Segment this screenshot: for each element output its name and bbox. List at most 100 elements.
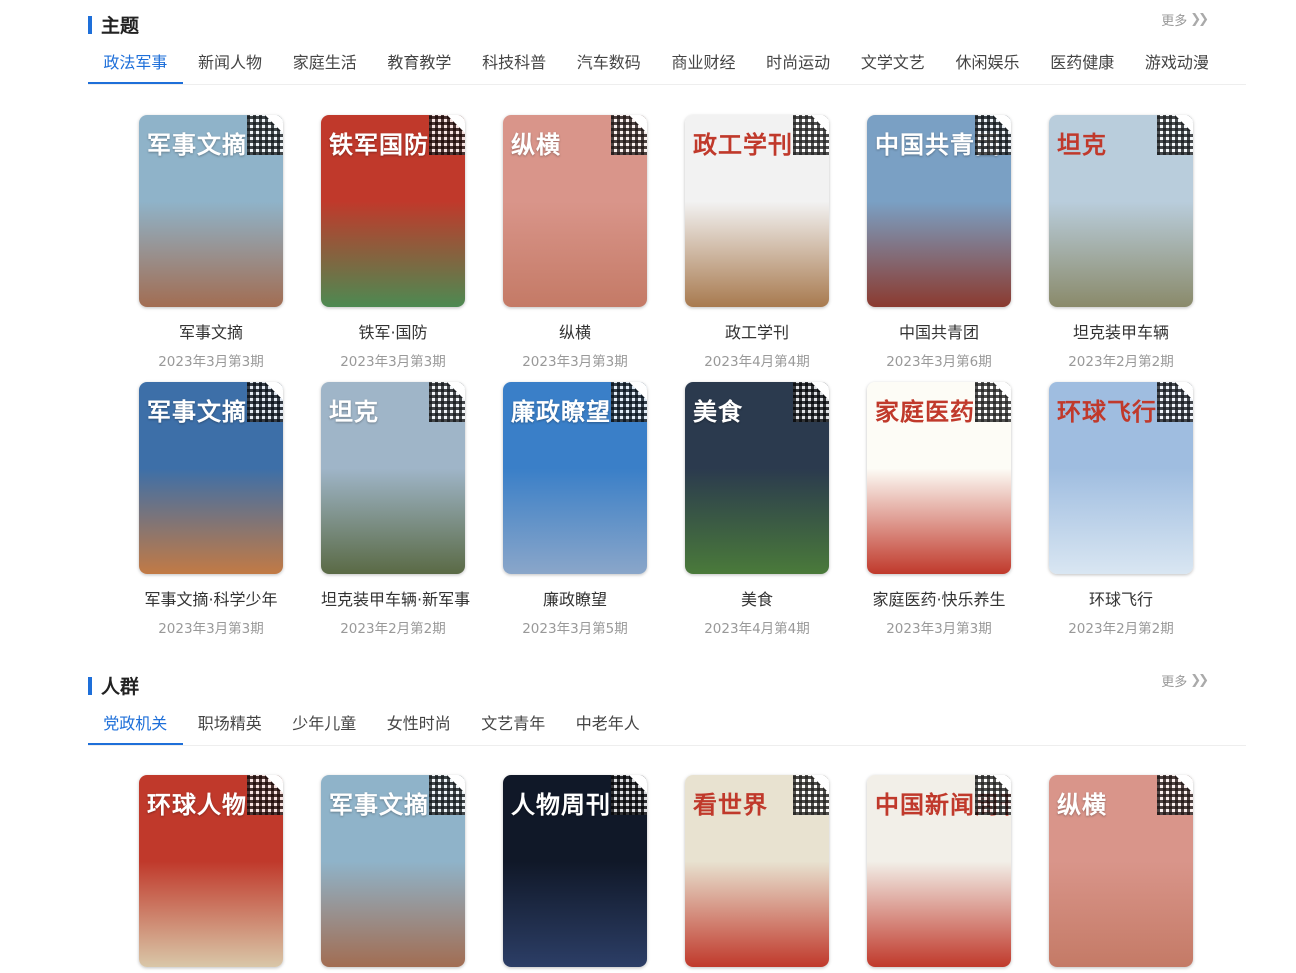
magazine-card[interactable]: 环球人物 bbox=[139, 775, 283, 967]
magazine-name[interactable]: 环球飞行 bbox=[1049, 586, 1193, 610]
tab-5[interactable]: 汽车数码 bbox=[561, 43, 656, 83]
cover-masthead: 军事文摘 bbox=[329, 791, 429, 819]
magazine-cover[interactable]: 环球人物 bbox=[139, 775, 283, 967]
tab-7[interactable]: 时尚运动 bbox=[751, 43, 846, 83]
section-title-bar bbox=[88, 676, 92, 695]
magazine-card[interactable]: 军事文摘 军事文摘 2023年3月第3期 bbox=[139, 115, 283, 370]
more-label: 更多 bbox=[1161, 675, 1188, 690]
magazine-card[interactable]: 环球飞行 环球飞行 2023年2月第2期 bbox=[1049, 382, 1193, 637]
magazine-card[interactable]: 廉政瞭望 廉政瞭望 2023年3月第5期 bbox=[503, 382, 647, 637]
audience-tabs: 党政机关 职场精英 少年儿童 女性时尚 文艺青年 中老年人 bbox=[88, 704, 1246, 746]
tab-5[interactable]: 中老年人 bbox=[561, 704, 656, 744]
magazine-cover[interactable]: 看世界 bbox=[685, 775, 829, 967]
magazine-cover[interactable]: 中国共青团 bbox=[867, 115, 1011, 307]
magazine-name[interactable]: 纵横 bbox=[503, 319, 647, 343]
cover-masthead: 纵横 bbox=[511, 131, 561, 159]
magazine-cover[interactable]: 廉政瞭望 bbox=[503, 382, 647, 574]
magazine-card[interactable]: 坦克坦克装甲车辆 2023年2月第2期 bbox=[1049, 115, 1193, 370]
magazine-card[interactable]: 看世界 bbox=[685, 775, 829, 967]
magazine-name[interactable]: 家庭医药·快乐养生 bbox=[867, 586, 1011, 610]
magazine-name[interactable]: 坦克装甲车辆·新军事 bbox=[321, 586, 470, 610]
cover-corner bbox=[811, 775, 829, 793]
magazine-card[interactable]: 家庭医药 家庭医药·快乐养生 2023年3月第3期 bbox=[867, 382, 1011, 637]
section-title-text: 主题 bbox=[101, 15, 140, 37]
cover-corner bbox=[629, 382, 647, 400]
magazine-cover[interactable]: 环球飞行 bbox=[1049, 382, 1193, 574]
tab-8[interactable]: 文学文艺 bbox=[846, 43, 941, 83]
magazine-name[interactable]: 美食 bbox=[685, 586, 829, 610]
cover-corner bbox=[629, 775, 647, 793]
magazine-card[interactable]: 人物周刊 bbox=[503, 775, 647, 967]
tab-6[interactable]: 商业财经 bbox=[656, 43, 751, 83]
cover-masthead: 美食 bbox=[693, 398, 743, 426]
magazine-cover[interactable]: 中国新闻周刊 bbox=[867, 775, 1011, 967]
cover-corner bbox=[993, 382, 1011, 400]
magazine-name[interactable]: 铁军·国防 bbox=[321, 319, 465, 343]
category-tabs: 政法军事 新闻人物 家庭生活 教育教学 科技科普 汽车数码 商业财经 时尚运动 文学文艺 休闲娱乐… bbox=[88, 43, 1246, 85]
cover-corner bbox=[811, 115, 829, 133]
cover-masthead: 环球飞行 bbox=[1057, 398, 1157, 426]
tab-9[interactable]: 休闲娱乐 bbox=[940, 43, 1035, 83]
magazine-cover[interactable]: 纵横 bbox=[503, 115, 647, 307]
cover-masthead: 坦克 bbox=[1057, 131, 1107, 159]
magazine-name[interactable]: 廉政瞭望 bbox=[503, 586, 647, 610]
tab-2[interactable]: 少年儿童 bbox=[277, 704, 372, 744]
magazine-card[interactable]: 铁军国防铁军·国防 2023年3月第3期 bbox=[321, 115, 465, 370]
section-title-text: 人群 bbox=[101, 676, 140, 698]
magazine-name[interactable]: 军事文摘·科学少年 bbox=[139, 586, 283, 610]
section-title: 主题 bbox=[88, 11, 139, 38]
more-link[interactable]: 更多 ❯❯ bbox=[1161, 10, 1209, 29]
magazine-cover[interactable]: 军事文摘 bbox=[321, 775, 465, 967]
cover-corner bbox=[265, 775, 283, 793]
cover-corner bbox=[265, 382, 283, 400]
magazine-issue-date: 2023年3月第3期 bbox=[158, 621, 264, 637]
tab-3[interactable]: 教育教学 bbox=[372, 43, 467, 83]
tab-1[interactable]: 职场精英 bbox=[183, 704, 278, 744]
magazine-card[interactable]: 中国新闻周刊 bbox=[867, 775, 1011, 967]
magazine-name[interactable]: 中国共青团 bbox=[867, 319, 1011, 343]
cover-corner bbox=[993, 115, 1011, 133]
tab-4[interactable]: 文艺青年 bbox=[466, 704, 561, 744]
cover-corner bbox=[447, 775, 465, 793]
magazine-cover[interactable]: 军事文摘 bbox=[139, 115, 283, 307]
cover-corner bbox=[1175, 382, 1193, 400]
magazine-cover[interactable]: 人物周刊 bbox=[503, 775, 647, 967]
magazine-card[interactable]: 军事文摘军事文摘·科学少年 2023年3月第3期 bbox=[139, 382, 283, 637]
magazine-cover[interactable]: 坦克 bbox=[321, 382, 465, 574]
magazine-cover[interactable]: 纵横 bbox=[1049, 775, 1193, 967]
tab-0[interactable]: 党政机关 bbox=[88, 704, 183, 745]
magazine-cover[interactable]: 政工学刊 bbox=[685, 115, 829, 307]
tab-3[interactable]: 女性时尚 bbox=[372, 704, 467, 744]
magazine-card[interactable]: 中国共青团 中国共青团 2023年3月第6期 bbox=[867, 115, 1011, 370]
magazine-card[interactable]: 政工学刊 政工学刊 2023年4月第4期 bbox=[685, 115, 829, 370]
magazine-card[interactable]: 纵横 bbox=[1049, 775, 1193, 967]
magazine-card[interactable]: 坦克 坦克装甲车辆·新军事 2023年2月第2期 bbox=[321, 382, 470, 637]
magazine-card[interactable]: 纵横 纵横 2023年3月第3期 bbox=[503, 115, 647, 370]
tab-11[interactable]: 游戏动漫 bbox=[1130, 43, 1225, 83]
cover-masthead: 军事文摘 bbox=[147, 398, 247, 426]
magazine-name[interactable]: 政工学刊 bbox=[685, 319, 829, 343]
magazine-name[interactable]: 坦克装甲车辆 bbox=[1049, 319, 1193, 343]
magazine-cover[interactable]: 军事文摘 bbox=[139, 382, 283, 574]
tab-2[interactable]: 家庭生活 bbox=[277, 43, 372, 83]
magazine-card[interactable]: 军事文摘 bbox=[321, 775, 465, 967]
cover-masthead: 铁军国防 bbox=[329, 131, 429, 159]
magazine-issue-date: 2023年3月第3期 bbox=[522, 354, 628, 370]
magazine-cover[interactable]: 铁军国防 bbox=[321, 115, 465, 307]
tab-4[interactable]: 科技科普 bbox=[467, 43, 562, 83]
cover-corner bbox=[1175, 775, 1193, 793]
magazine-cover[interactable]: 美食 bbox=[685, 382, 829, 574]
more-link[interactable]: 更多 ❯❯ bbox=[1161, 671, 1209, 690]
magazine-issue-date: 2023年3月第3期 bbox=[340, 354, 446, 370]
cover-corner bbox=[811, 382, 829, 400]
magazine-cover[interactable]: 坦克 bbox=[1049, 115, 1193, 307]
tab-0[interactable]: 政法军事 bbox=[88, 43, 183, 84]
magazine-issue-date: 2023年2月第2期 bbox=[1068, 354, 1174, 370]
cover-masthead: 政工学刊 bbox=[693, 131, 793, 159]
magazine-card[interactable]: 美食 美食 2023年4月第4期 bbox=[685, 382, 829, 637]
tab-10[interactable]: 医药健康 bbox=[1035, 43, 1130, 83]
magazine-cover[interactable]: 家庭医药 bbox=[867, 382, 1011, 574]
magazine-name[interactable]: 军事文摘 bbox=[139, 319, 283, 343]
tab-1[interactable]: 新闻人物 bbox=[183, 43, 278, 83]
cover-masthead: 纵横 bbox=[1057, 791, 1107, 819]
